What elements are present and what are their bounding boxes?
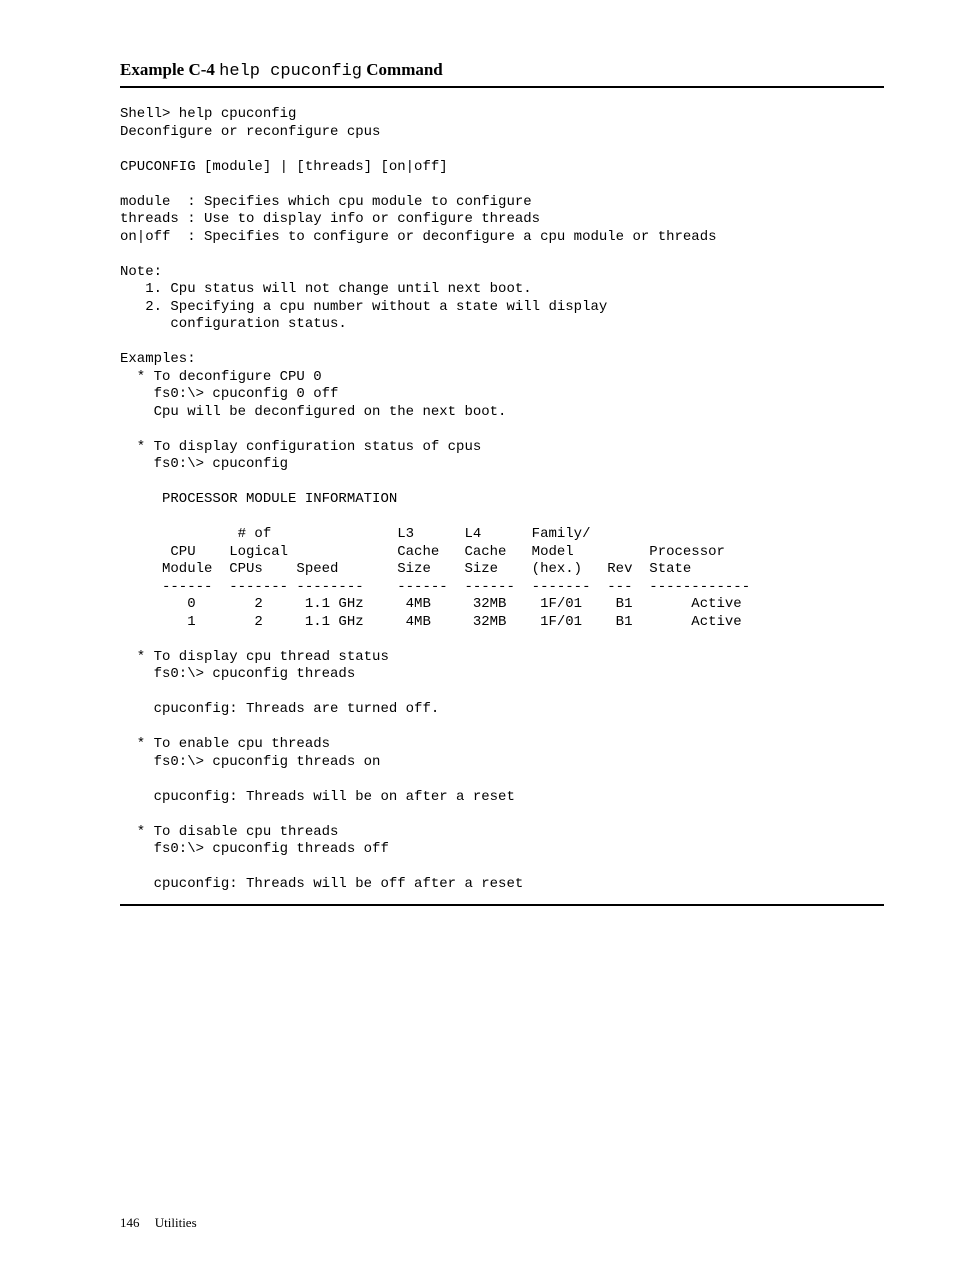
heading-command: help cpuconfig [219,62,362,81]
heading-suffix: Command [366,60,443,79]
section-name: Utilities [155,1215,197,1230]
code-block: Shell> help cpuconfig Deconfigure or rec… [120,106,884,906]
heading-prefix: Example C-4 [120,60,215,79]
example-heading: Example C-4 help cpuconfig Command [120,60,884,88]
page-number: 146 [120,1215,140,1230]
page-footer: 146 Utilities [120,1215,197,1231]
